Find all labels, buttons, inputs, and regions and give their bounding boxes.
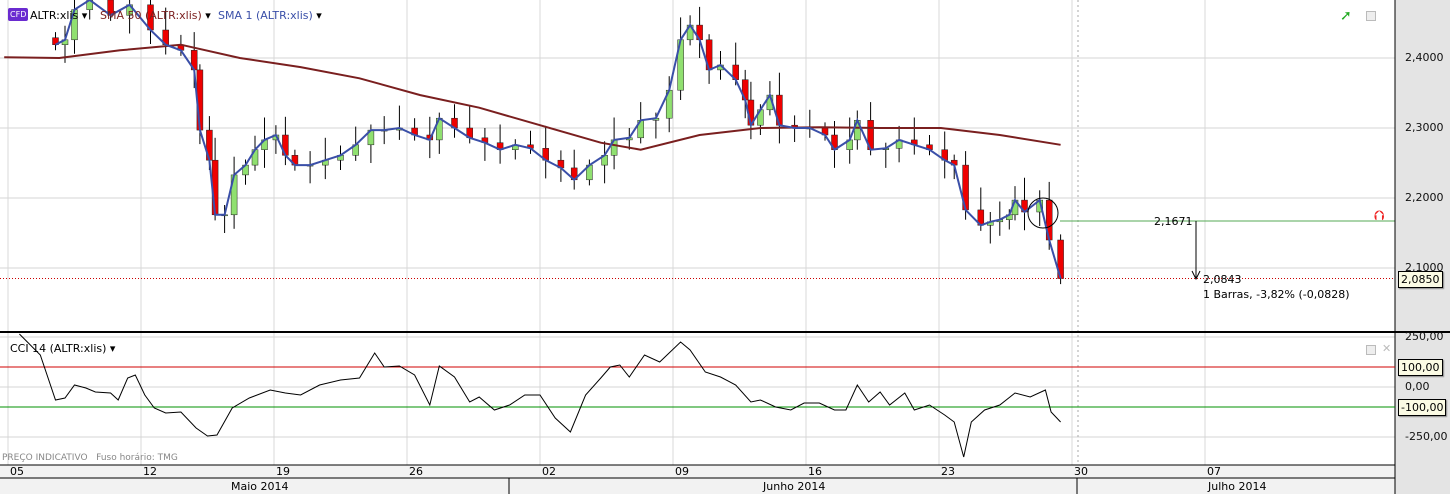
- cci-close-icon[interactable]: ✕: [1382, 342, 1391, 355]
- cci-tick-label: 250,00: [1405, 330, 1444, 343]
- sma50-legend[interactable]: SMA 50 (ALTR:xlis) ▾: [100, 9, 211, 22]
- date-tick-label: 23: [941, 465, 955, 478]
- time-axis-bg: [0, 465, 1395, 494]
- price-tick-label: 2,1000: [1405, 261, 1444, 274]
- indicative-price-note: PREÇO INDICATIVO Fuso horário: TMG: [2, 453, 178, 463]
- date-tick-label: 12: [143, 465, 157, 478]
- cci-lower-tag: -100,00: [1398, 399, 1447, 416]
- chart-canvas[interactable]: [0, 0, 1450, 494]
- alert-marker-icon[interactable]: ⮉: [1374, 208, 1385, 224]
- cci-maximize-icon[interactable]: [1366, 345, 1376, 355]
- date-tick-label: 16: [808, 465, 822, 478]
- symbol-legend[interactable]: ALTR:xlis ▾: [30, 9, 87, 22]
- date-tick-label: 26: [409, 465, 423, 478]
- measure-end-label: 2,0843: [1203, 273, 1242, 286]
- price-tick-label: 2,4000: [1405, 51, 1444, 64]
- sma1-legend[interactable]: SMA 1 (ALTR:xlis) ▾: [218, 9, 322, 22]
- date-tick-label: 19: [276, 465, 290, 478]
- month-label: Julho 2014: [1208, 480, 1267, 493]
- month-label: Junho 2014: [763, 480, 826, 493]
- date-tick-label: 05: [10, 465, 24, 478]
- sma50-line: [4, 43, 1061, 151]
- measure-start-label: 2,1671: [1154, 215, 1193, 228]
- date-tick-label: 09: [675, 465, 689, 478]
- cci-legend[interactable]: CCI 14 (ALTR:xlis) ▾: [10, 342, 115, 355]
- cci-upper-tag: 100,00: [1398, 359, 1443, 376]
- month-label: Maio 2014: [231, 480, 289, 493]
- price-tick-label: 2,3000: [1405, 121, 1444, 134]
- cci-tick-label: -250,00: [1405, 430, 1448, 443]
- measure-summary: 1 Barras, -3,82% (-0,0828): [1203, 288, 1350, 301]
- maximize-icon[interactable]: [1366, 11, 1376, 21]
- date-tick-label: 02: [542, 465, 556, 478]
- cci-tick-label: 0,00: [1405, 380, 1430, 393]
- cfd-badge: CFD: [8, 8, 29, 21]
- date-tick-label: 07: [1207, 465, 1221, 478]
- price-tick-label: 2,2000: [1405, 191, 1444, 204]
- price-axis-bg: [1395, 0, 1450, 494]
- trend-icon[interactable]: ➚: [1340, 8, 1352, 24]
- date-tick-label: 30: [1074, 465, 1088, 478]
